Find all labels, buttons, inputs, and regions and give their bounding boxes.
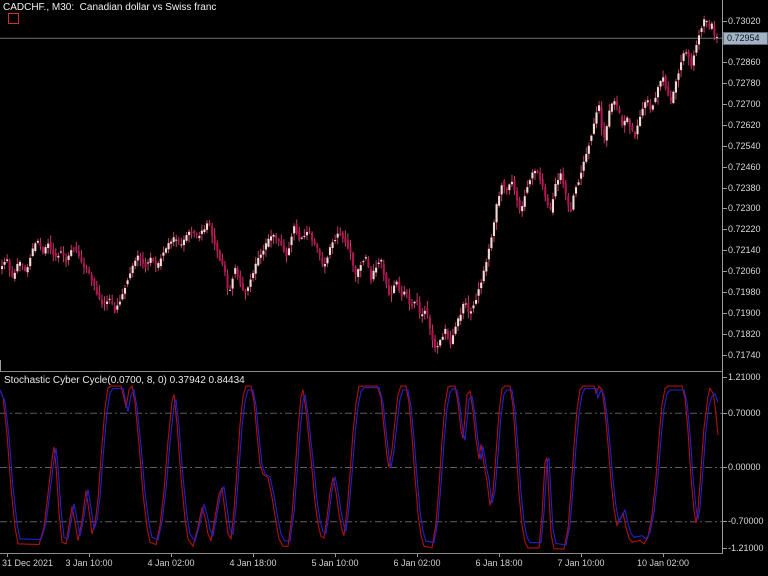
time-axis-label: 4 Jan 18:00 [229, 558, 277, 568]
indicator-axis-tick [722, 412, 727, 414]
price-axis-tick [722, 250, 727, 252]
price-axis-tick [722, 208, 727, 210]
price-axis-tick [722, 124, 727, 126]
time-axis-label: 6 Jan 18:00 [475, 558, 523, 568]
candlestick-canvas[interactable] [0, 0, 723, 372]
price-axis-label: 0.72380 [728, 182, 761, 193]
price-axis-label: 0.71980 [728, 286, 761, 297]
indicator-axis-label: -0.70000 [728, 516, 764, 527]
price-axis-tick [722, 187, 727, 189]
indicator-axis-tick [722, 467, 727, 468]
price-axis-label: 0.72620 [728, 119, 761, 130]
time-axis-tick [171, 554, 172, 557]
price-axis-tick [722, 291, 727, 293]
indicator-axis-tick [722, 521, 727, 523]
price-axis-tick [722, 20, 727, 22]
time-axis-tick [89, 554, 90, 557]
time-axis-label: 5 Jan 10:00 [311, 558, 359, 568]
price-axis-label: 0.72300 [728, 203, 761, 214]
current-price-badge: 0.72954 [723, 32, 768, 45]
time-axis-label: 10 Jan 02:00 [636, 558, 690, 568]
time-axis-tick [417, 554, 418, 557]
time-axis-label: 31 Dec 2021 [2, 558, 54, 568]
price-axis-label: 0.71740 [728, 349, 761, 360]
time-axis-separator [0, 553, 723, 554]
price-axis-label: 0.72220 [728, 224, 761, 235]
indicator-axis-tick [722, 376, 727, 378]
price-axis-tick [722, 62, 727, 64]
price-axis-label: 0.72460 [728, 161, 761, 172]
time-axis-label: 3 Jan 10:00 [65, 558, 113, 568]
object-selection-marker-icon[interactable] [8, 13, 19, 24]
indicator-title: Stochastic Cyber Cycle(0.0700, 8, 0) 0.3… [4, 375, 245, 386]
indicator-axis-label: -1.21000 [728, 542, 764, 553]
price-axis-label: 0.72060 [728, 266, 761, 276]
price-axis-tick [722, 271, 727, 272]
price-axis-label: 0.71900 [728, 307, 761, 318]
indicator-axis-label: 1.21000 [728, 371, 761, 382]
time-axis-tick [581, 554, 582, 557]
price-axis-label: 0.72780 [728, 78, 761, 89]
price-axis-tick [722, 83, 727, 85]
pane-separator-left-tick [0, 360, 1, 371]
price-axis-tick [722, 145, 727, 147]
time-axis-label: 4 Jan 02:00 [147, 558, 195, 568]
indicator-axis-label: 0.00000 [728, 462, 761, 472]
time-axis-tick [663, 554, 664, 557]
price-axis-tick [722, 312, 727, 314]
time-axis-label: 7 Jan 10:00 [557, 558, 605, 568]
price-axis-label: 0.72540 [728, 140, 761, 151]
time-axis-label: 6 Jan 02:00 [393, 558, 441, 568]
time-axis-tick [335, 554, 336, 557]
price-axis-label: 0.72700 [728, 99, 761, 109]
time-axis-tick [253, 554, 254, 557]
price-axis-tick [722, 104, 727, 105]
time-axis-tick [499, 554, 500, 557]
indicator-axis-label: 0.70000 [728, 407, 761, 418]
mt5-chart-window: CADCHF., M30: Canadian dollar vs Swiss f… [0, 0, 768, 576]
price-axis-label: 0.73020 [728, 15, 761, 26]
price-axis-tick [722, 166, 727, 168]
chart-symbol-title: CADCHF., M30: Canadian dollar vs Swiss f… [3, 2, 217, 13]
price-axis-tick [722, 229, 727, 231]
price-axis-label: 0.72140 [728, 245, 761, 256]
price-axis-tick [722, 333, 727, 335]
indicator-canvas[interactable] [0, 372, 723, 553]
price-axis-tick [722, 354, 727, 356]
time-axis-tick [7, 554, 8, 557]
indicator-axis-tick [722, 547, 727, 549]
price-axis-label: 0.72860 [728, 57, 761, 68]
price-axis-label: 0.71820 [728, 328, 761, 339]
